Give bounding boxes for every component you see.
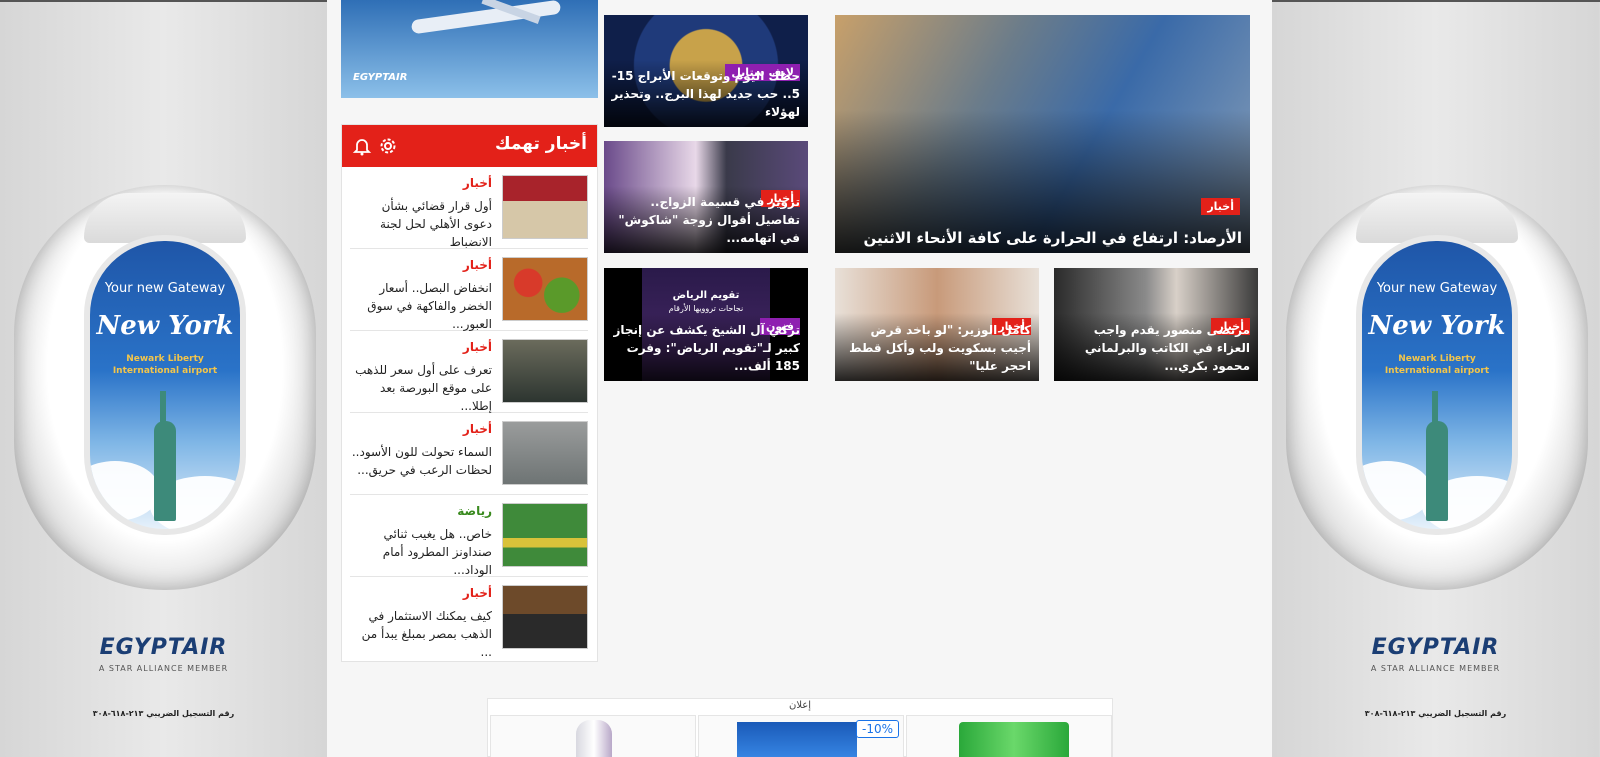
tax-registration-text: رقم التسجيل الضريبي ٢١٣-٦١٨-٣٠٨ bbox=[1364, 709, 1507, 718]
star-alliance-text: A STAR ALLIANCE MEMBER bbox=[98, 664, 229, 673]
news-thumbnail[interactable] bbox=[502, 585, 588, 649]
category-label[interactable]: أخبار bbox=[463, 422, 492, 436]
window-glass: Your new Gateway New York Newark Liberty… bbox=[84, 235, 246, 535]
star-alliance-text: A STAR ALLIANCE MEMBER bbox=[1370, 664, 1501, 673]
left-side-ad[interactable]: Your new Gateway New York Newark Liberty… bbox=[0, 2, 327, 757]
egyptair-logo: EGYPTAIR bbox=[99, 635, 228, 660]
category-label[interactable]: أخبار bbox=[1201, 198, 1240, 215]
bottom-ad[interactable]: إعلان ✕ ⓘ -10% bbox=[487, 698, 1113, 757]
ad-headline-3: Newark Liberty International airport bbox=[1384, 354, 1490, 376]
news-title[interactable]: أول قرار قضائي بشأن دعوى الأهلي لحل لجنة… bbox=[350, 197, 492, 251]
statue-of-liberty-icon bbox=[1424, 391, 1450, 521]
ad-headline-1: Your new Gateway bbox=[1376, 281, 1498, 296]
category-label[interactable]: رياضة bbox=[457, 504, 492, 518]
minister-news-tile[interactable]: أخبار كامل الوزير: "لو باخد قرض أجيب بسك… bbox=[835, 268, 1039, 381]
bell-icon[interactable] bbox=[352, 136, 372, 156]
news-title[interactable]: السماء تحولت للون الأسود.. لحظات الرعب ف… bbox=[350, 443, 492, 479]
news-title[interactable]: خاص.. هل يغيب ثنائي صنداونز المطرود أمام… bbox=[350, 525, 492, 579]
main-news-tile[interactable]: أخبار الأرصاد: ارتفاع في الحرارة على كاف… bbox=[835, 15, 1250, 253]
product-image bbox=[959, 722, 1069, 757]
egyptair-logo: EGYPTAIR bbox=[353, 72, 408, 83]
list-item[interactable]: أخبار أول قرار قضائي بشأن دعوى الأهلي لح… bbox=[350, 167, 588, 249]
list-item[interactable]: أخبار انخفاض البصل.. أسعار الخضر والفاكه… bbox=[350, 249, 588, 331]
news-title[interactable]: مرتضى منصور يقدم واجب العزاء في الكاتب و… bbox=[1060, 321, 1250, 375]
ad-product-3[interactable] bbox=[906, 715, 1112, 757]
news-title[interactable]: تزوير في قسيمة الزواج.. تفاصيل أقوال زوج… bbox=[610, 193, 800, 247]
category-label[interactable]: أخبار bbox=[463, 340, 492, 354]
ad-label: إعلان bbox=[788, 700, 812, 711]
news-title[interactable]: حظك اليوم وتوقعات الأبراج 15-5.. حب جديد… bbox=[610, 67, 800, 121]
ad-headline-2: New York bbox=[1368, 311, 1506, 341]
window-glass: Your new Gateway New York Newark Liberty… bbox=[1356, 235, 1518, 535]
main-content: EGYPTAIR أخبار تهمك أخبار أول قرار قضائي… bbox=[327, 0, 1272, 757]
statue-of-liberty-icon bbox=[152, 391, 178, 521]
category-label[interactable]: أخبار bbox=[463, 258, 492, 272]
ad-headline-1: Your new Gateway bbox=[104, 281, 226, 296]
news-for-you-box: أخبار تهمك أخبار أول قرار قضائي بشأن دعو… bbox=[341, 124, 598, 662]
right-side-ad[interactable]: Your new Gateway New York Newark Liberty… bbox=[1272, 2, 1599, 757]
list-item[interactable]: أخبار كيف يمكنك الاستثمار في الذهب بمصر … bbox=[350, 577, 588, 659]
top-ad-banner[interactable]: EGYPTAIR bbox=[341, 0, 598, 98]
news-title[interactable]: الأرصاد: ارتفاع في الحرارة على كافة الأن… bbox=[841, 229, 1242, 247]
news-title[interactable]: كامل الوزير: "لو باخد قرض أجيب بسكويت ول… bbox=[841, 321, 1031, 375]
news-box-header: أخبار تهمك bbox=[342, 125, 597, 167]
list-item[interactable]: أخبار السماء تحولت للون الأسود.. لحظات ا… bbox=[350, 413, 588, 495]
ad-headline-3: Newark Liberty International airport bbox=[112, 354, 218, 376]
category-label[interactable]: أخبار bbox=[463, 176, 492, 190]
poster-title: تقويم الرياض bbox=[672, 290, 740, 301]
discount-badge: -10% bbox=[855, 720, 899, 738]
news-thumbnail[interactable] bbox=[502, 503, 588, 567]
category-label[interactable]: أخبار bbox=[463, 586, 492, 600]
poster-subtitle: نجاحات تروويها الأرقام bbox=[668, 304, 744, 313]
airplane-window-image: Your new Gateway New York Newark Liberty… bbox=[1286, 185, 1588, 590]
list-item[interactable]: أخبار تعرف على أول سعر للذهب على موقع ال… bbox=[350, 331, 588, 413]
tax-registration-text: رقم التسجيل الضريبي ٢١٣-٦١٨-٣٠٨ bbox=[92, 709, 235, 718]
ad-product-1[interactable] bbox=[490, 715, 696, 757]
egyptair-logo: EGYPTAIR bbox=[1371, 635, 1500, 660]
ad-product-2[interactable]: -10% bbox=[698, 715, 904, 757]
product-image bbox=[576, 720, 612, 757]
ad-headline-2: New York bbox=[96, 311, 234, 341]
news-thumbnail[interactable] bbox=[502, 421, 588, 485]
horoscope-news-tile[interactable]: لايف ستايل حظك اليوم وتوقعات الأبراج 15-… bbox=[604, 15, 808, 127]
airplane-window-image: Your new Gateway New York Newark Liberty… bbox=[14, 185, 316, 590]
news-title[interactable]: تركي آل الشيخ يكشف عن إنجاز كبير لـ"تقوي… bbox=[610, 321, 800, 375]
news-box-title: أخبار تهمك bbox=[495, 134, 587, 154]
news-thumbnail[interactable] bbox=[502, 339, 588, 403]
news-thumbnail[interactable] bbox=[502, 175, 588, 239]
gear-icon[interactable] bbox=[378, 136, 398, 156]
product-image bbox=[737, 722, 857, 757]
news-title[interactable]: انخفاض البصل.. أسعار الخضر والفاكهة في س… bbox=[350, 279, 492, 333]
news-title[interactable]: كيف يمكنك الاستثمار في الذهب بمصر بمبلغ … bbox=[350, 607, 492, 661]
wedding-news-tile[interactable]: أخبار تزوير في قسيمة الزواج.. تفاصيل أقو… bbox=[604, 141, 808, 253]
news-title[interactable]: تعرف على أول سعر للذهب على موقع البورصة … bbox=[350, 361, 492, 415]
news-thumbnail[interactable] bbox=[502, 257, 588, 321]
list-item[interactable]: رياضة خاص.. هل يغيب ثنائي صنداونز المطرو… bbox=[350, 495, 588, 577]
condolence-news-tile[interactable]: أخبار مرتضى منصور يقدم واجب العزاء في ال… bbox=[1054, 268, 1258, 381]
riyadh-calendar-news-tile[interactable]: تقويم الرياض نجاحات تروويها الأرقام فنون… bbox=[604, 268, 808, 381]
